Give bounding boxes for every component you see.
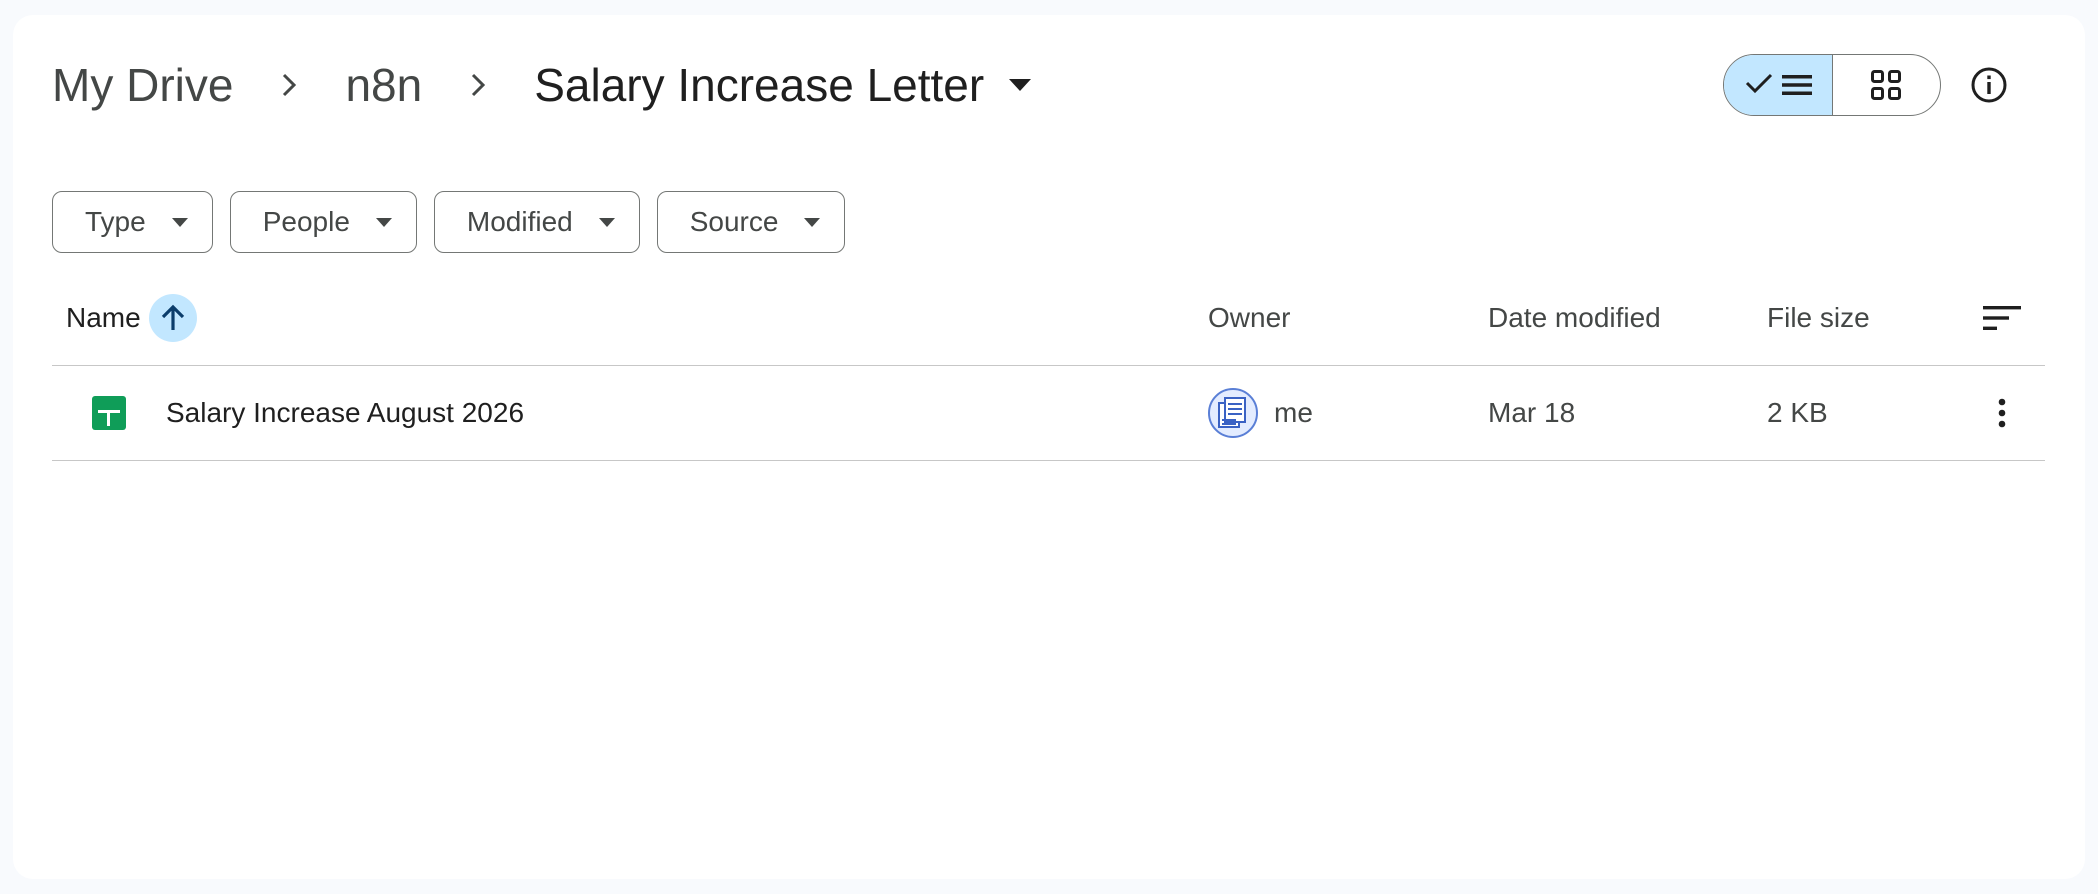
filter-modified[interactable]: Modified xyxy=(433,191,640,253)
filter-source[interactable]: Source xyxy=(656,191,846,253)
filter-modified-label: Modified xyxy=(466,206,573,237)
owner-cell: me xyxy=(1208,366,1313,460)
filter-type-label: Type xyxy=(85,206,146,237)
sort-lines-icon xyxy=(1983,304,2021,332)
column-date-modified-header[interactable]: Date modified xyxy=(1488,286,1661,350)
sort-options-button[interactable] xyxy=(1978,286,2026,350)
breadcrumb-my-drive[interactable]: My Drive xyxy=(52,58,233,112)
grid-view-button[interactable] xyxy=(1833,55,1941,115)
chevron-right-icon xyxy=(422,52,534,118)
column-owner-header: Owner xyxy=(1208,302,1291,333)
owner-name: me xyxy=(1274,397,1313,428)
avatar xyxy=(1208,388,1258,438)
filter-people-label: People xyxy=(262,206,350,237)
column-name-header[interactable]: Name xyxy=(66,286,197,350)
column-name-label: Name xyxy=(66,302,141,333)
more-vert-icon xyxy=(1998,398,2006,428)
checkmark-icon xyxy=(1744,71,1774,100)
breadcrumb-n8n[interactable]: n8n xyxy=(345,58,422,112)
file-size-cell: 2 KB xyxy=(1767,397,1828,428)
list-view-button[interactable] xyxy=(1724,55,1833,115)
filter-source-label: Source xyxy=(689,206,779,237)
google-sheets-icon xyxy=(92,366,126,460)
info-button[interactable] xyxy=(1966,62,2012,108)
caret-down-icon xyxy=(375,217,392,227)
breadcrumb-current-folder[interactable]: Salary Increase Letter xyxy=(534,58,1040,112)
filter-bar: Type People Modified Source xyxy=(52,191,846,253)
info-icon xyxy=(1970,66,2008,104)
filter-people[interactable]: People xyxy=(229,191,417,253)
chevron-right-icon xyxy=(233,52,345,118)
arrow-up-icon[interactable] xyxy=(148,294,197,342)
caret-down-icon xyxy=(598,217,615,227)
file-name[interactable]: Salary Increase August 2026 xyxy=(166,366,524,460)
table-row[interactable]: Salary Increase August 2026 me Mar 18 2 … xyxy=(52,366,2045,461)
filter-type[interactable]: Type xyxy=(52,191,213,253)
caret-down-icon xyxy=(804,217,821,227)
date-modified-cell: Mar 18 xyxy=(1488,397,1576,428)
breadcrumb: My Drive n8n Salary Increase Letter xyxy=(52,52,1040,118)
column-file-size-header[interactable]: File size xyxy=(1767,286,1870,350)
grid-view-icon xyxy=(1871,70,1902,100)
caret-down-icon xyxy=(171,217,188,227)
view-toggle xyxy=(1723,54,1941,116)
list-view-icon xyxy=(1781,73,1812,97)
more-actions-button[interactable] xyxy=(1978,366,2026,460)
table-header: Name Owner Date modified File size xyxy=(52,286,2045,366)
caret-down-icon xyxy=(1000,65,1040,105)
breadcrumb-current-label: Salary Increase Letter xyxy=(534,59,985,111)
